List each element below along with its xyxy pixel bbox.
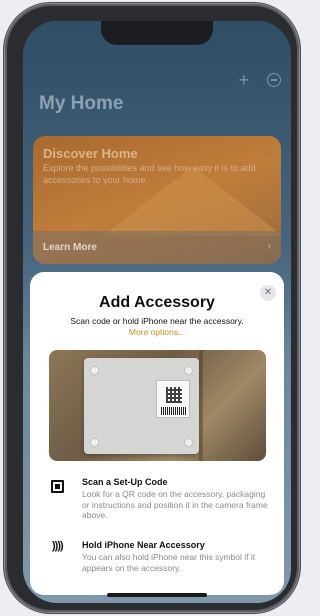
plus-icon[interactable]: + [238, 71, 249, 89]
discover-banner[interactable]: Discover Home ✕ Explore the possibilitie… [33, 136, 281, 264]
screw [184, 366, 193, 375]
circle-minus-icon[interactable] [267, 73, 281, 87]
screw [90, 438, 99, 447]
chevron-right-icon: › [267, 241, 271, 252]
qr-code-icon [51, 480, 64, 493]
hold-near-title: Hold iPhone Near Accessory [82, 540, 205, 550]
learn-more-label: Learn More [43, 242, 97, 253]
scan-code-item: Scan a Set-Up Code Look for a QR code on… [49, 477, 274, 533]
phone-frame: + My Home Discover Home ✕ Explore the po… [5, 4, 299, 612]
nfc-icon: )))) [52, 540, 64, 552]
accessory-device [84, 358, 199, 454]
setup-code-label [156, 380, 190, 418]
scan-code-desc: Look for a QR code on the accessory, pac… [82, 489, 268, 520]
screw [184, 438, 193, 447]
sheet-title: Add Accessory [99, 294, 215, 311]
banner-text: Explore the possibilities and see how ea… [43, 163, 256, 185]
scan-code-title: Scan a Set-Up Code [82, 477, 168, 487]
floor-tile-seam [199, 350, 203, 461]
screw [90, 366, 99, 375]
sheet-subtitle: Scan code or hold iPhone near the access… [70, 316, 244, 326]
add-accessory-sheet: ✕ Add Accessory Scan code or hold iPhone… [30, 272, 284, 595]
hold-near-desc: You can also hold iPhone near this symbo… [82, 552, 256, 573]
qr-code [166, 387, 182, 403]
banner-title: Discover Home [43, 146, 138, 161]
page-title: My Home [39, 93, 124, 114]
learn-more-row[interactable]: Learn More › [33, 231, 281, 264]
close-icon[interactable]: ✕ [261, 146, 271, 160]
camera-viewfinder [49, 350, 266, 461]
notch [101, 21, 213, 45]
screen: + My Home Discover Home ✕ Explore the po… [23, 21, 291, 603]
top-toolbar: + [238, 71, 281, 89]
home-indicator [107, 593, 207, 597]
hold-near-item: )))) Hold iPhone Near Accessory You can … [49, 540, 274, 584]
more-options-link[interactable]: More options... [30, 327, 284, 337]
barcode [161, 407, 187, 415]
